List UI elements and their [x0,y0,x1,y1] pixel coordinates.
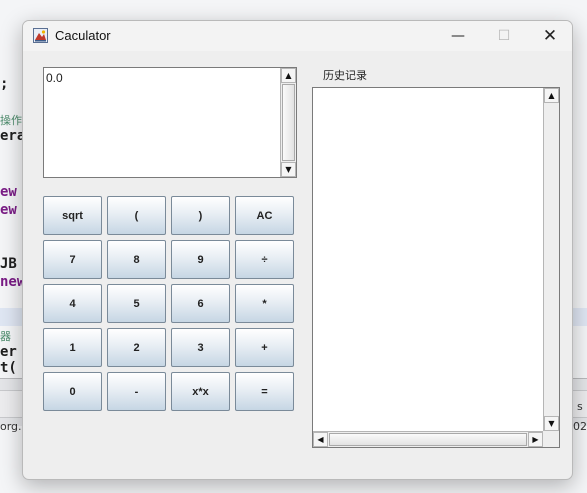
scroll-down-arrow-icon[interactable]: ▼ [544,416,559,431]
display-textarea[interactable]: 0.0 ▲ ▼ [43,67,297,178]
digit-4-button[interactable]: 4 [43,284,102,323]
bg-code-line: ; [0,76,9,92]
digit-5-button[interactable]: 5 [107,284,166,323]
maximize-button[interactable]: ☐ [481,21,527,51]
scroll-left-arrow-icon[interactable]: ◀ [313,432,328,447]
digit-8-button[interactable]: 8 [107,240,166,279]
history-label: 历史记录 [323,69,367,82]
scrollbar-corner [543,431,559,447]
scroll-down-arrow-icon[interactable]: ▼ [281,162,296,177]
bg-code-line: ew [0,184,17,200]
title-bar[interactable]: Caculator — ☐ ✕ [23,21,572,51]
open-paren-button[interactable]: ( [107,196,166,235]
add-button[interactable]: + [235,328,294,367]
java-app-icon [33,28,48,43]
display-value: 0.0 [46,71,63,85]
minimize-button[interactable]: — [435,21,481,51]
digit-0-button[interactable]: 0 [43,372,102,411]
display-vertical-scrollbar[interactable]: ▲ ▼ [280,68,296,177]
bg-code-line: t( [0,360,17,376]
window-title: Caculator [55,28,111,43]
bg-comment: 器 [0,330,11,343]
close-paren-button[interactable]: ) [171,196,230,235]
digit-6-button[interactable]: 6 [171,284,230,323]
bg-side-text: 023 [573,420,587,433]
calculator-window: Caculator — ☐ ✕ 0.0 ▲ ▼ sqrt ( ) AC 7 8 … [22,20,573,480]
digit-7-button[interactable]: 7 [43,240,102,279]
scroll-thumb[interactable] [329,433,527,446]
digit-1-button[interactable]: 1 [43,328,102,367]
close-button[interactable]: ✕ [527,21,572,51]
history-vertical-scrollbar[interactable]: ▲ ▼ [543,88,559,431]
equals-button[interactable]: = [235,372,294,411]
digit-9-button[interactable]: 9 [171,240,230,279]
scroll-thumb[interactable] [282,84,295,161]
bg-code-line: ew [0,202,17,218]
bg-comment: 操作 [0,114,22,127]
bg-side-text: s [577,400,583,413]
square-button[interactable]: x*x [171,372,230,411]
history-horizontal-scrollbar[interactable]: ◀ ▶ [313,431,543,447]
sqrt-button[interactable]: sqrt [43,196,102,235]
multiply-button[interactable]: * [235,284,294,323]
scroll-right-arrow-icon[interactable]: ▶ [528,432,543,447]
history-list[interactable]: ▲ ▼ ◀ ▶ [312,87,560,448]
clear-button[interactable]: AC [235,196,294,235]
scroll-up-arrow-icon[interactable]: ▲ [281,68,296,83]
bg-code-line: JB [0,256,17,272]
digit-3-button[interactable]: 3 [171,328,230,367]
divide-button[interactable]: ÷ [235,240,294,279]
keypad: sqrt ( ) AC 7 8 9 ÷ 4 5 6 * 1 2 3 + 0 - … [43,196,297,412]
subtract-button[interactable]: - [107,372,166,411]
digit-2-button[interactable]: 2 [107,328,166,367]
scroll-up-arrow-icon[interactable]: ▲ [544,88,559,103]
